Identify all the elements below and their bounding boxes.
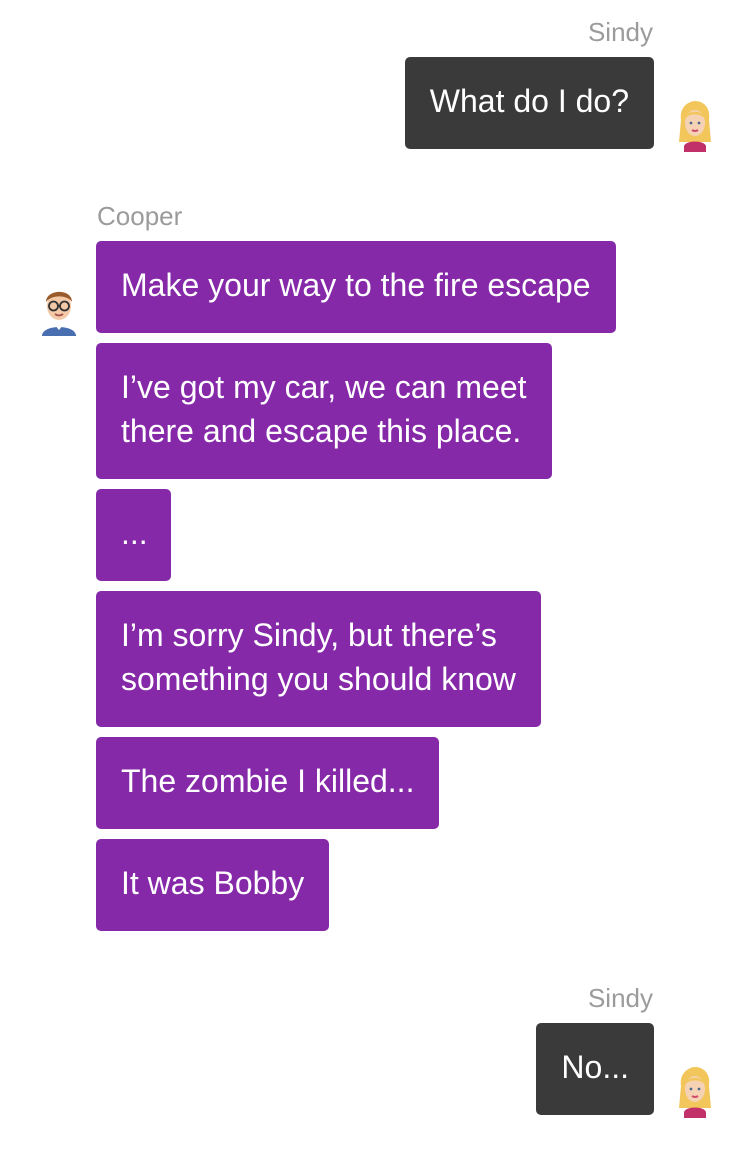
message-bubble-outgoing[interactable]: No... xyxy=(536,1023,654,1115)
sindy-avatar-icon[interactable] xyxy=(668,1064,722,1118)
sender-name-sindy: Sindy xyxy=(587,983,653,1013)
message-bubble-incoming[interactable]: ... xyxy=(96,489,171,581)
sindy-avatar-icon[interactable] xyxy=(668,98,722,152)
message-bubble-incoming[interactable]: The zombie I killed... xyxy=(96,737,440,829)
cooper-avatar-icon[interactable] xyxy=(32,282,86,336)
message-bubble-incoming[interactable]: It was Bobby xyxy=(96,839,330,931)
message-bubble-incoming[interactable]: I’ve got my car, we can meet there and e… xyxy=(96,343,552,479)
sender-name-cooper: Cooper xyxy=(97,201,183,231)
sender-name-sindy: Sindy xyxy=(587,17,653,47)
message-bubble-incoming[interactable]: Make your way to the fire escape xyxy=(96,241,616,333)
message-bubble-incoming[interactable]: I’m sorry Sindy, but there’s something y… xyxy=(96,591,541,727)
message-bubble-outgoing[interactable]: What do I do? xyxy=(404,57,654,149)
